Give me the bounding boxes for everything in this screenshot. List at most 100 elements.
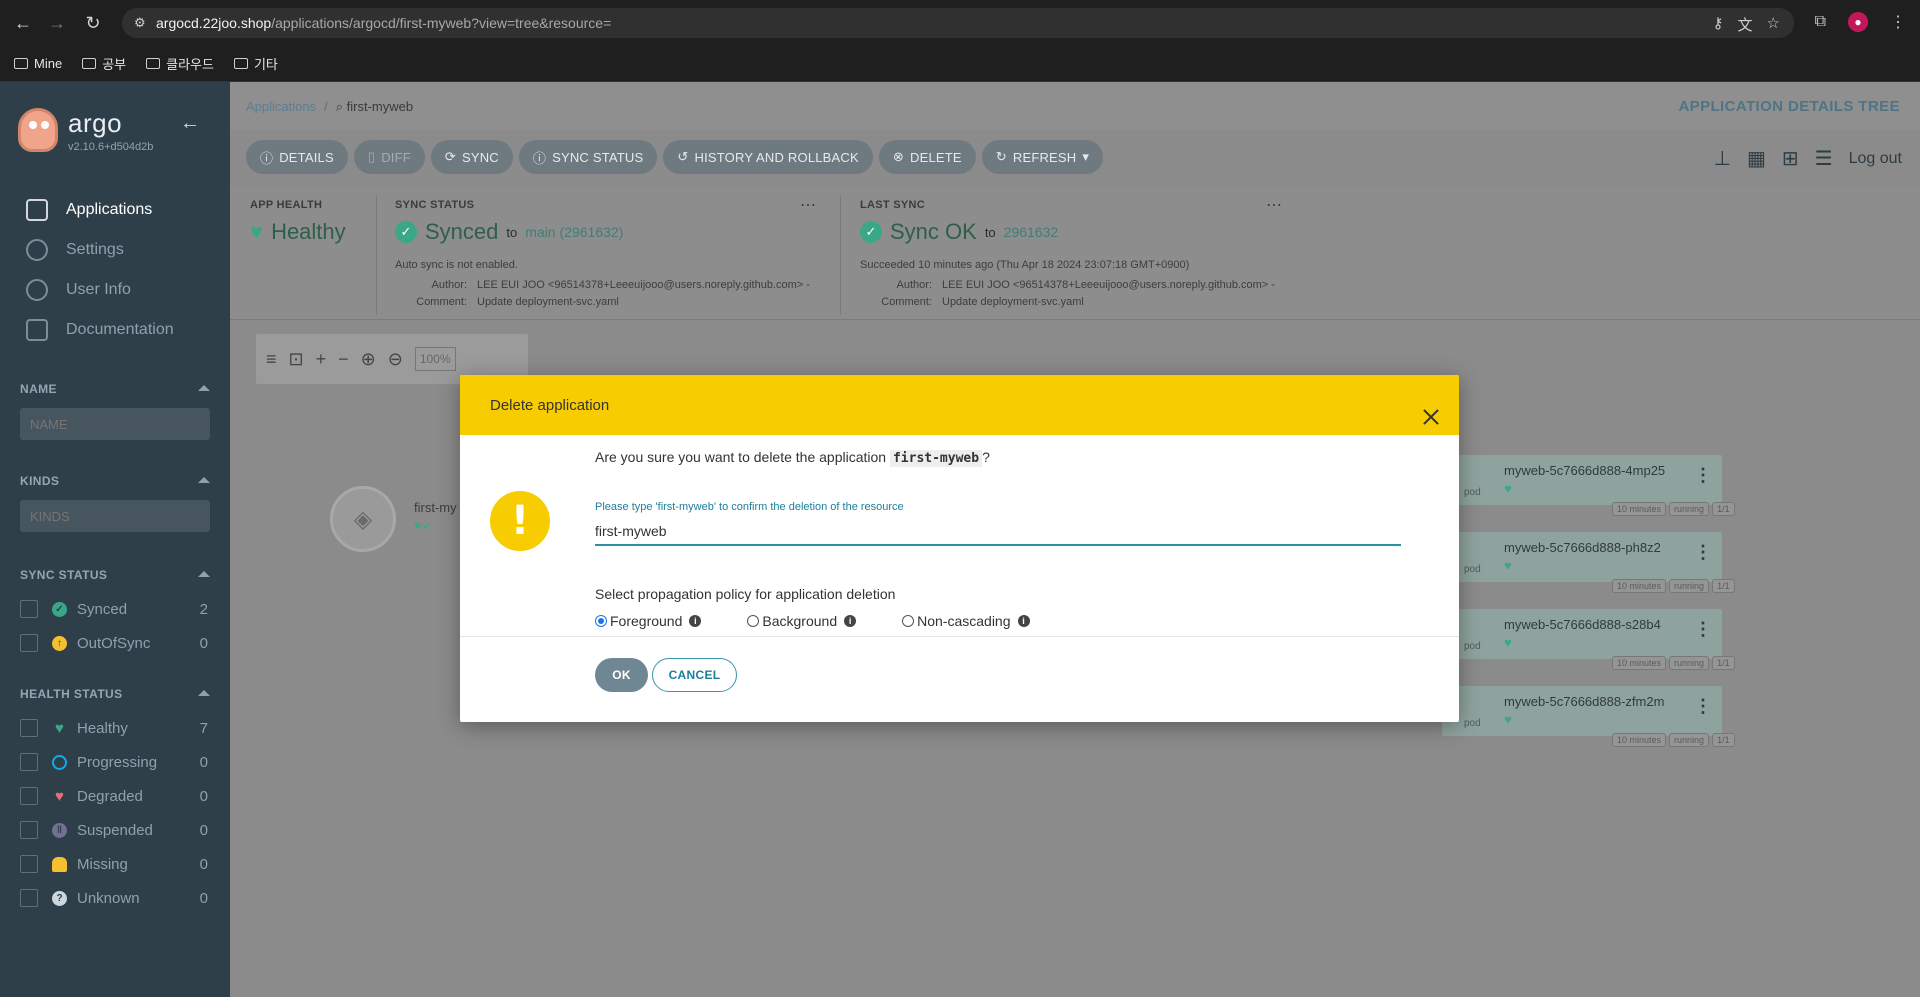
filter-synced[interactable]: ✓ Synced 2 <box>20 592 210 626</box>
reload-icon[interactable]: ↻ <box>80 10 106 36</box>
translate-icon[interactable]: 文 <box>1738 14 1753 35</box>
more-vertical-icon[interactable]: ⋮ <box>1694 542 1712 563</box>
collapse-sidebar-icon[interactable]: ← <box>180 112 200 135</box>
breadcrumb: Applications / ⌕ first-myweb <box>246 99 414 115</box>
app-health-block[interactable]: APP HEALTH ♥ Healthy <box>250 199 346 245</box>
filter-degraded[interactable]: ♥ Degraded 0 <box>20 779 210 813</box>
align-left-icon[interactable]: ≡ <box>266 349 277 370</box>
sync-button[interactable]: ⟳ SYNC <box>430 140 513 174</box>
filter-suspended[interactable]: ‖ Suspended 0 <box>20 813 210 847</box>
pod-node[interactable]: myweb-5c7666d888-4mp25 ♥ pod ⋮ <box>1442 455 1722 505</box>
checkbox[interactable] <box>20 600 38 618</box>
checkbox[interactable] <box>20 821 38 839</box>
back-icon[interactable]: ← <box>10 10 36 36</box>
sync-status-more-icon[interactable]: ⋯ <box>800 195 817 215</box>
checkbox[interactable] <box>20 719 38 737</box>
browser-menu-icon[interactable]: ⋮ <box>1890 12 1906 32</box>
more-vertical-icon[interactable]: ⋮ <box>1694 465 1712 486</box>
password-key-icon[interactable]: ⚷ <box>1713 14 1724 35</box>
radio-button[interactable] <box>902 615 915 627</box>
more-vertical-icon[interactable]: ⋮ <box>1694 696 1712 717</box>
details-button[interactable]: ⓘ DETAILS <box>246 140 348 174</box>
network-view-icon[interactable]: ⊞ <box>1782 146 1799 171</box>
diff-button[interactable]: ▯ DIFF <box>353 140 425 174</box>
last-sync-more-icon[interactable]: ⋯ <box>1266 195 1283 215</box>
kinds-filter-input[interactable] <box>20 500 210 532</box>
delete-button[interactable]: ⊗ DELETE <box>878 140 976 174</box>
profile-avatar-icon[interactable]: ● <box>1848 12 1868 32</box>
site-info-icon[interactable]: ⚙ <box>134 15 156 31</box>
expand-plus-icon[interactable]: + <box>316 349 327 370</box>
bookmark-folder[interactable]: 기타 <box>233 54 278 73</box>
url-path: /applications/argocd/first-myweb?view=tr… <box>271 15 612 31</box>
sync-status-block[interactable]: SYNC STATUS ✓ Synced to main (2961632) Auto… <box>395 199 810 311</box>
last-sync-block[interactable]: LAST SYNC ✓ Sync OK to 2961632 Succeeded 10… <box>860 199 1275 311</box>
checkbox[interactable] <box>20 855 38 873</box>
arrow-up-circle-icon: ↑ <box>52 635 67 651</box>
filter-healthy[interactable]: ♥ Healthy 7 <box>20 711 210 745</box>
sidebar-item-user-info[interactable]: User Info <box>0 270 230 310</box>
sync-revision-link[interactable]: main (2961632) <box>525 224 623 240</box>
caret-down-icon: ▾ <box>1082 149 1090 164</box>
app-node-label[interactable]: first-my <box>414 500 457 515</box>
pod-node[interactable]: myweb-5c7666d888-ph8z2 ♥ pod ⋮ <box>1442 532 1722 582</box>
checkbox[interactable] <box>20 787 38 805</box>
bookmark-folder[interactable]: 클라우드 <box>146 54 214 73</box>
radio-button[interactable] <box>747 615 760 627</box>
sidebar-item-settings[interactable]: Settings <box>0 230 230 270</box>
pod-node[interactable]: myweb-5c7666d888-zfm2m ♥ pod ⋮ <box>1442 686 1722 736</box>
radio-foreground[interactable]: Foreground i <box>595 613 702 629</box>
zoom-level[interactable]: 100% <box>414 347 456 371</box>
sidebar-item-documentation[interactable]: Documentation <box>0 310 230 350</box>
collapse-caret-icon[interactable] <box>198 690 210 696</box>
sync-status-filter-title: SYNC STATUS <box>20 568 108 582</box>
collapse-caret-icon[interactable] <box>198 477 210 483</box>
fit-screen-icon[interactable]: ⊡ <box>289 349 304 370</box>
filter-progressing[interactable]: Progressing 0 <box>20 745 210 779</box>
checkbox[interactable] <box>20 634 38 652</box>
checkbox[interactable] <box>20 889 38 907</box>
extensions-icon[interactable]: ⧉ <box>1815 13 1826 31</box>
heart-icon: ♥ <box>1504 558 1512 573</box>
sidebar-item-applications[interactable]: Applications <box>0 190 230 230</box>
collapse-minus-icon[interactable]: − <box>338 349 349 370</box>
radio-background[interactable]: Background i <box>747 613 857 629</box>
zoom-out-icon[interactable]: ⊖ <box>388 349 403 370</box>
logout-link[interactable]: Log out <box>1849 150 1902 168</box>
forward-icon[interactable]: → <box>44 10 70 36</box>
name-filter-input[interactable] <box>20 408 210 440</box>
radio-non-cascading[interactable]: Non-cascading i <box>902 613 1030 629</box>
history-rollback-button[interactable]: ↺ HISTORY AND ROLLBACK <box>663 140 873 174</box>
filter-unknown[interactable]: ? Unknown 0 <box>20 881 210 915</box>
address-bar[interactable]: ⚙ argocd.22joo.shop/applications/argocd/… <box>122 8 1794 38</box>
more-vertical-icon[interactable]: ⋮ <box>1694 619 1712 640</box>
app-node-icon[interactable]: ◈ <box>330 486 396 552</box>
info-icon[interactable]: i <box>1017 615 1030 627</box>
bookmark-folder[interactable]: Mine <box>14 56 62 71</box>
sync-status-button[interactable]: ⓘ SYNC STATUS <box>518 140 658 174</box>
radio-button[interactable] <box>595 615 607 627</box>
breadcrumb-current[interactable]: ⌕ first-myweb <box>336 99 413 115</box>
list-view-icon[interactable]: ☰ <box>1815 146 1833 171</box>
zoom-in-icon[interactable]: ⊕ <box>361 349 376 370</box>
argo-logo[interactable]: argo v2.10.6+d504d2b <box>18 108 153 153</box>
cancel-button[interactable]: CANCEL <box>652 658 737 692</box>
bookmark-folder[interactable]: 공부 <box>82 54 126 73</box>
confirm-app-name-input[interactable] <box>595 518 1401 546</box>
pods-view-icon[interactable]: ▦ <box>1747 146 1766 171</box>
checkbox[interactable] <box>20 753 38 771</box>
info-icon[interactable]: i <box>689 615 702 627</box>
collapse-caret-icon[interactable] <box>198 385 210 391</box>
refresh-button[interactable]: ↻ REFRESH ▾ <box>981 140 1104 174</box>
filter-outofsync[interactable]: ↑ OutOfSync 0 <box>20 626 210 660</box>
filter-missing[interactable]: Missing 0 <box>20 847 210 881</box>
breadcrumb-applications[interactable]: Applications <box>246 99 316 115</box>
bookmark-star-icon[interactable]: ☆ <box>1767 14 1780 35</box>
last-sync-revision-link[interactable]: 2961632 <box>1004 224 1059 240</box>
info-icon[interactable]: i <box>844 615 857 627</box>
tree-view-icon[interactable]: ⊥ <box>1714 146 1731 171</box>
pod-node[interactable]: myweb-5c7666d888-s28b4 ♥ pod ⋮ <box>1442 609 1722 659</box>
ok-button[interactable]: OK <box>595 658 648 692</box>
close-icon[interactable] <box>1423 409 1439 425</box>
collapse-caret-icon[interactable] <box>198 571 210 577</box>
